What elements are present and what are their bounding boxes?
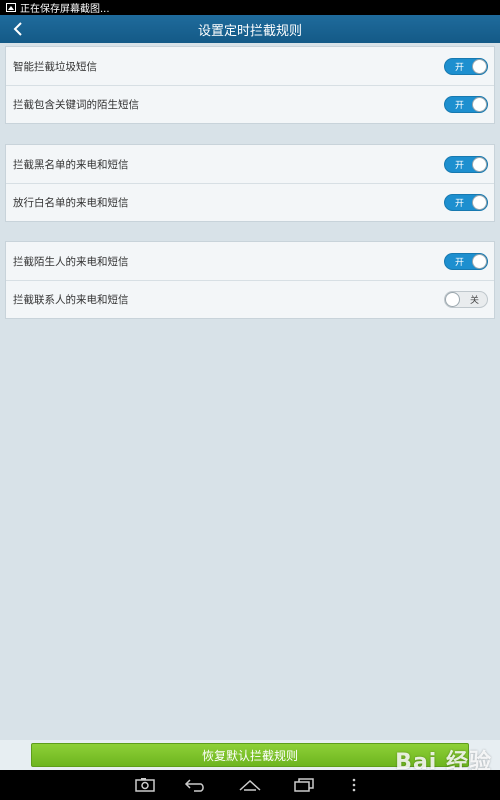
chevron-left-icon <box>13 22 22 36</box>
setting-row-whitelist[interactable]: 放行白名单的来电和短信 开 <box>6 183 494 221</box>
setting-row-strangers[interactable]: 拦截陌生人的来电和短信 开 <box>6 242 494 280</box>
setting-row-blacklist[interactable]: 拦截黑名单的来电和短信 开 <box>6 145 494 183</box>
home-icon <box>239 779 261 791</box>
setting-row-contacts[interactable]: 拦截联系人的来电和短信 关 <box>6 280 494 318</box>
toggle-knob <box>472 58 487 74</box>
restore-defaults-button[interactable]: 恢复默认拦截规则 <box>31 743 469 767</box>
toggle-switch[interactable]: 开 <box>444 194 488 211</box>
screenshot-button[interactable] <box>133 777 157 793</box>
system-nav-bar <box>0 770 500 800</box>
settings-group-lists: 拦截黑名单的来电和短信 开 放行白名单的来电和短信 开 <box>5 144 495 222</box>
settings-group-contacts: 拦截陌生人的来电和短信 开 拦截联系人的来电和短信 关 <box>5 241 495 319</box>
toggle-switch[interactable]: 开 <box>444 96 488 113</box>
back-arrow-icon <box>184 779 204 792</box>
setting-label: 拦截联系人的来电和短信 <box>13 294 129 306</box>
home-button[interactable] <box>238 777 262 793</box>
setting-row-keyword-sms[interactable]: 拦截包含关键词的陌生短信 开 <box>6 85 494 123</box>
settings-content: 智能拦截垃圾短信 开 拦截包含关键词的陌生短信 开 拦截黑名单的来电和短信 开 … <box>0 43 500 740</box>
status-notification-text: 正在保存屏幕截图... <box>20 4 110 15</box>
setting-label: 拦截包含关键词的陌生短信 <box>13 99 139 111</box>
recent-apps-icon <box>294 778 314 792</box>
page-title: 设置定时拦截规则 <box>197 23 302 39</box>
toggle-knob <box>472 195 487 210</box>
menu-button[interactable] <box>342 777 366 793</box>
menu-dots-icon <box>352 778 356 792</box>
setting-row-smart-spam[interactable]: 智能拦截垃圾短信 开 <box>6 47 494 85</box>
settings-group-sms: 智能拦截垃圾短信 开 拦截包含关键词的陌生短信 开 <box>5 46 495 124</box>
toggle-knob <box>472 253 487 269</box>
toggle-knob <box>445 292 460 307</box>
toggle-switch[interactable]: 开 <box>444 252 488 270</box>
back-nav-button[interactable] <box>184 777 208 793</box>
toggle-switch[interactable]: 开 <box>444 155 488 173</box>
status-bar: 正在保存屏幕截图... <box>0 0 500 15</box>
toggle-knob <box>472 156 487 172</box>
setting-label: 拦截陌生人的来电和短信 <box>13 255 129 268</box>
setting-label: 放行白名单的来电和短信 <box>13 197 129 209</box>
image-icon <box>6 3 16 12</box>
setting-label: 拦截黑名单的来电和短信 <box>13 158 129 171</box>
toggle-switch[interactable]: 开 <box>444 57 488 75</box>
back-button[interactable] <box>8 19 28 39</box>
camera-icon <box>135 778 155 792</box>
setting-label: 智能拦截垃圾短信 <box>13 60 97 73</box>
footer: 恢复默认拦截规则 <box>0 740 500 770</box>
toggle-switch[interactable]: 关 <box>444 291 488 308</box>
title-bar: 设置定时拦截规则 <box>0 15 500 43</box>
toggle-knob <box>472 97 487 112</box>
recent-apps-button[interactable] <box>292 777 316 793</box>
